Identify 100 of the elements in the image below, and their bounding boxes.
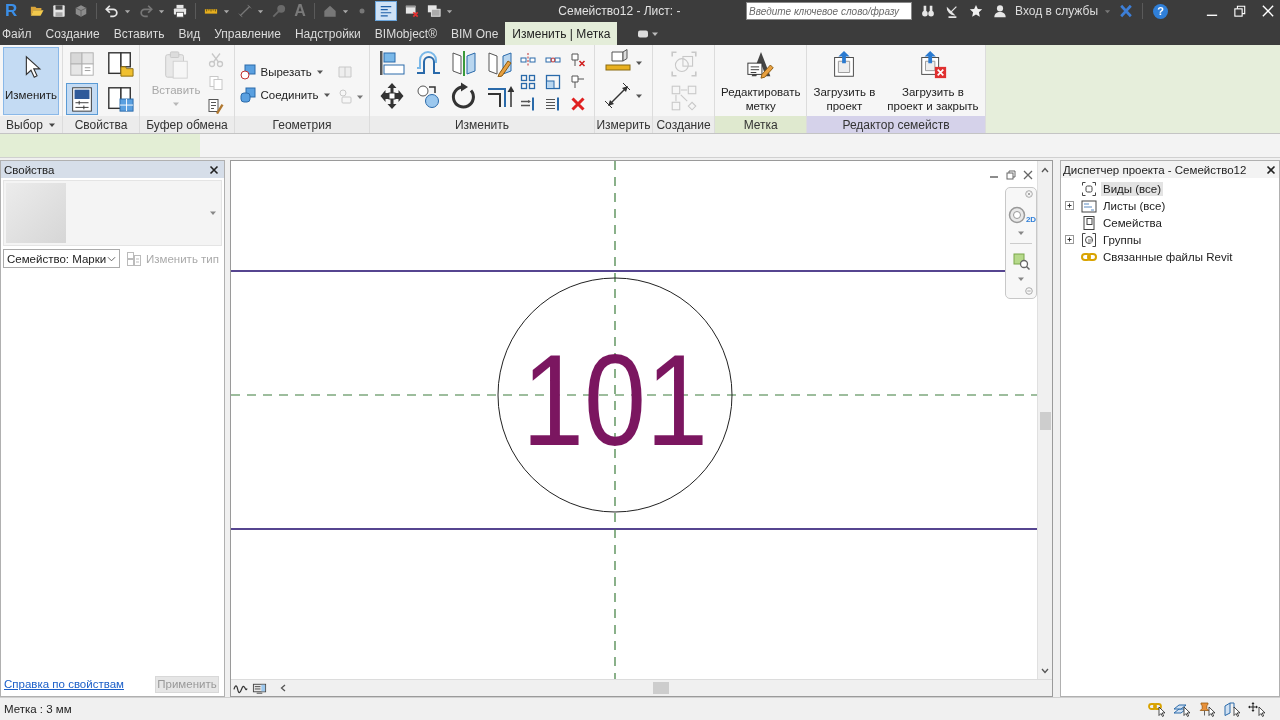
reference-plane-line[interactable] <box>614 161 616 679</box>
unpin-icon[interactable] <box>570 52 586 68</box>
extend-multiple-icon[interactable] <box>545 96 561 112</box>
move-cursor-icon[interactable] <box>1248 701 1266 717</box>
ribbon-tab[interactable]: Создание <box>38 22 107 45</box>
search-field[interactable]: Введите ключевое слово/фразу <box>746 2 912 20</box>
zoom-icon[interactable] <box>1012 252 1030 270</box>
panel-title: Измерить <box>596 117 651 132</box>
tree-item[interactable]: Листы (все) <box>1101 198 1168 213</box>
expand-plus-icon[interactable] <box>1065 201 1074 210</box>
ribbon-tab[interactable]: Вид <box>171 22 208 45</box>
caret-icon[interactable] <box>635 59 643 67</box>
help-button[interactable]: ? <box>1153 3 1168 19</box>
ribbon-button[interactable]: Изменить <box>3 47 59 115</box>
mirror-icon[interactable] <box>450 49 478 77</box>
move-arrows-icon[interactable] <box>378 82 406 110</box>
copy-circles-icon[interactable] <box>414 82 442 110</box>
expand-plus-icon[interactable] <box>1065 235 1074 244</box>
ribbon-button[interactable]: Загрузить в проект и закрыть <box>884 47 982 113</box>
cross-logo-icon[interactable] <box>1119 4 1133 18</box>
scrollbar-thumb[interactable] <box>653 682 669 694</box>
ribbon-tool-button[interactable] <box>66 83 98 115</box>
vertical-scrollbar[interactable] <box>1037 161 1052 679</box>
delete-icon[interactable] <box>570 96 586 112</box>
caret-icon[interactable] <box>223 7 231 15</box>
ribbon-tab[interactable]: Управление <box>207 22 288 45</box>
mirror-draw-icon[interactable] <box>486 49 514 77</box>
star-icon[interactable] <box>969 4 983 18</box>
cube-icon[interactable] <box>74 4 89 18</box>
caret-icon[interactable] <box>158 7 166 15</box>
face-cursor-icon[interactable] <box>1223 701 1241 717</box>
pushpin-cursor-icon[interactable] <box>1198 701 1216 717</box>
ribbon-button[interactable]: Редактировать метку <box>718 47 804 113</box>
house-icon[interactable] <box>322 4 337 18</box>
round-marker-icon[interactable] <box>272 4 287 18</box>
undo-icon[interactable] <box>105 4 120 18</box>
binoculars-icon[interactable] <box>921 4 935 18</box>
ribbon-tab[interactable]: Вставить <box>106 22 172 45</box>
scrollbar-thumb[interactable] <box>1039 412 1051 430</box>
circle-outline[interactable] <box>497 277 733 513</box>
open-folder-icon[interactable] <box>30 4 45 18</box>
steering-wheel-icon[interactable] <box>1007 206 1026 224</box>
sign-in-link[interactable]: Вход в службы <box>1015 4 1098 18</box>
restore-icon[interactable] <box>1234 5 1246 17</box>
tree-item[interactable]: Семейства <box>1101 215 1164 230</box>
dimension-arrow-icon[interactable] <box>604 82 632 110</box>
rotate-icon[interactable] <box>450 82 478 110</box>
close-icon[interactable] <box>1266 164 1276 175</box>
caret-icon[interactable] <box>124 7 132 15</box>
thin-lines-button[interactable] <box>374 1 397 21</box>
status-text: Метка : 3 мм <box>4 703 72 715</box>
ribbon-button[interactable]: Вырезать <box>240 64 331 80</box>
cut-shapes-icon <box>240 64 257 80</box>
ribbon-tab[interactable]: BIM One <box>444 22 506 45</box>
close-icon[interactable] <box>209 164 219 175</box>
family-icon <box>1081 214 1097 231</box>
pin-icon[interactable] <box>570 74 586 90</box>
caret-icon[interactable] <box>355 93 364 101</box>
family-filter-dropdown[interactable]: Семейство: Марки <box>3 249 120 268</box>
drawing-canvas[interactable]: 101 2D <box>231 161 1037 679</box>
align-icon[interactable] <box>378 49 406 77</box>
tree-item[interactable]: Группы <box>1101 232 1144 247</box>
scroll-up-icon[interactable] <box>1041 166 1049 174</box>
redo-icon[interactable] <box>139 4 154 18</box>
ribbon-tab[interactable]: Файл <box>0 22 39 45</box>
scroll-down-icon[interactable] <box>1041 667 1049 675</box>
windows-icon[interactable] <box>426 4 441 18</box>
tree-item[interactable]: Виды (все) <box>1101 181 1164 196</box>
help-link[interactable]: Справка по свойствам <box>4 678 124 690</box>
panel-title: Создание <box>656 117 711 132</box>
stacked-planes-cursor-icon[interactable] <box>1173 701 1191 717</box>
scroll-left-icon[interactable] <box>279 684 287 692</box>
ribbon-tab[interactable]: Надстройки <box>287 22 368 45</box>
document-brush-icon[interactable] <box>208 98 224 114</box>
user-icon[interactable] <box>993 4 1007 18</box>
caret-icon[interactable] <box>635 92 643 100</box>
caret-icon[interactable] <box>341 7 349 15</box>
family-types-icon <box>106 85 134 113</box>
printer-icon[interactable] <box>173 4 188 18</box>
ribbon-button[interactable]: Соединить <box>240 87 331 103</box>
array-icon[interactable] <box>520 74 536 90</box>
split-icon[interactable] <box>520 52 536 68</box>
scale-icon[interactable] <box>545 74 561 90</box>
ribbon-button[interactable]: Загрузить в проект <box>810 47 879 113</box>
panel-toggle-icon[interactable] <box>637 28 660 39</box>
tag-label-text[interactable]: 101 <box>522 327 739 473</box>
caret-icon[interactable] <box>445 7 453 15</box>
display-icon[interactable] <box>252 681 267 695</box>
save-icon[interactable] <box>52 4 67 18</box>
ribbon-tab[interactable]: Изменить | Метка <box>505 22 618 45</box>
satellite-dish-icon[interactable] <box>945 4 959 18</box>
tree-item[interactable]: Связанные файлы Revit <box>1101 249 1235 264</box>
chain-link-cursor-icon[interactable] <box>1148 701 1166 717</box>
extend-icon[interactable] <box>520 96 536 112</box>
close-windows-icon[interactable] <box>404 4 419 18</box>
offset-icon[interactable] <box>414 49 442 77</box>
reference-plane-line[interactable] <box>231 394 1037 396</box>
caret-icon[interactable] <box>257 7 265 15</box>
dimension-icon[interactable] <box>238 4 253 18</box>
ribbon-tab[interactable]: BIMobject® <box>367 22 444 45</box>
